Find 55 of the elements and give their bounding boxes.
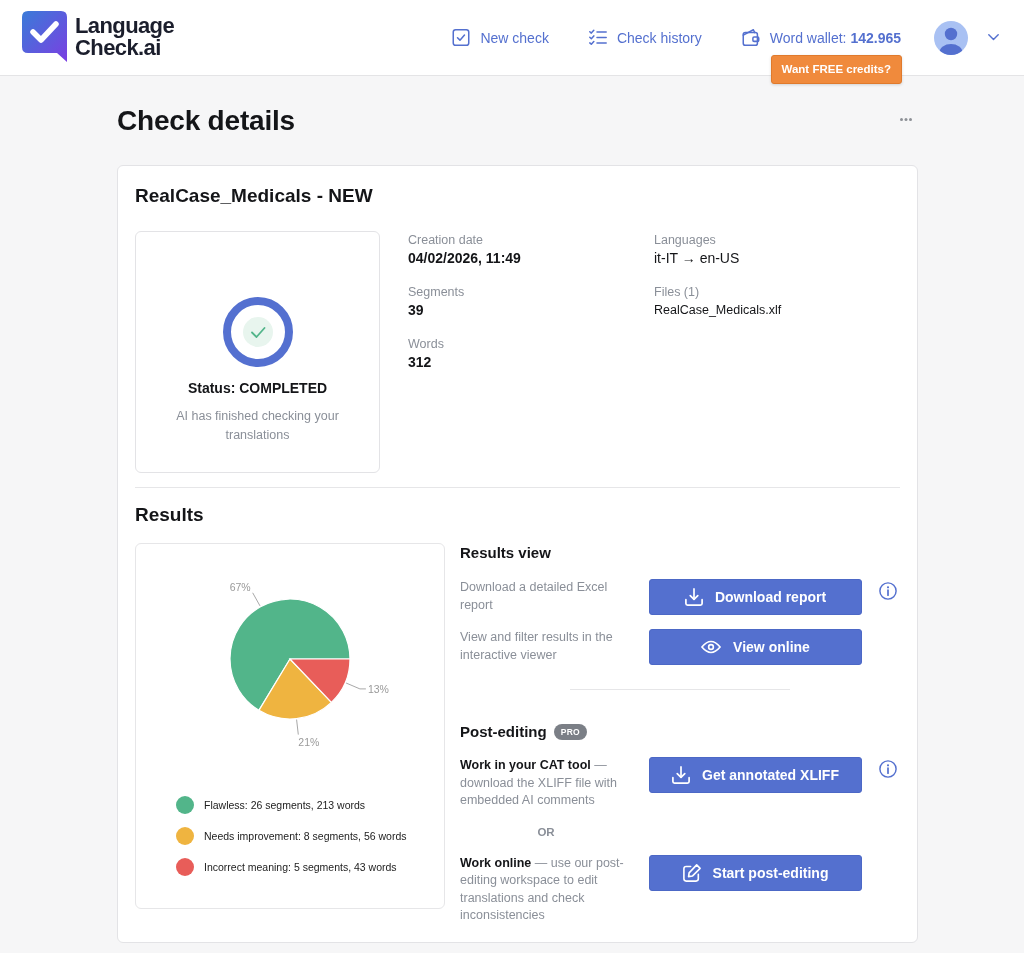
section-title: Post-editing	[460, 722, 547, 742]
logo-icon[interactable]	[22, 11, 67, 62]
checkbox-icon	[452, 29, 471, 46]
legend-label: Incorrect meaning: 5 segments, 43 words	[204, 860, 397, 873]
field-value: it-IT → en-US	[654, 249, 741, 267]
logo-text: Language Check.ai	[75, 14, 175, 59]
results-heading: Results	[135, 503, 205, 527]
leader-line	[296, 719, 299, 736]
value-label: 21%	[298, 735, 320, 748]
field-value: RealCase_Medicals.xlf	[654, 302, 783, 319]
legend-label: Flawless: 26 segments, 213 words	[204, 798, 366, 811]
action-button[interactable]: Download report	[649, 579, 862, 615]
action-button[interactable]: Start post-editing	[649, 854, 862, 891]
pro-badge: PRO	[553, 724, 587, 740]
status-description: AI has finished checking your translations	[175, 408, 340, 444]
legend-label: Needs improvement: 8 segments, 56 words	[204, 829, 407, 842]
field-value: 312	[408, 353, 433, 371]
value-label: 13%	[367, 682, 389, 695]
field-label: Creation date	[408, 232, 485, 248]
field-label: Languages	[654, 232, 717, 248]
download-icon	[672, 766, 691, 784]
field-label: Segments	[408, 284, 466, 300]
leader-line	[345, 682, 367, 690]
info-icon[interactable]	[879, 760, 897, 778]
action-description: Work online — use our post-editing workspace to edit translations and check inconsistencies	[460, 854, 625, 924]
status-label: Status: COMPLETED	[187, 379, 328, 397]
action-button[interactable]: Get annotated XLIFF	[649, 757, 862, 793]
separator-label: OR	[536, 824, 556, 840]
action-description: View and filter results in the interactive viewer	[460, 629, 614, 664]
action-button[interactable]: View online	[649, 629, 862, 665]
user-avatar-icon[interactable]	[934, 20, 968, 55]
field-label: Files (1)	[654, 284, 701, 300]
chevron-down-icon[interactable]	[988, 34, 999, 41]
nav-link[interactable]: New check	[452, 29, 549, 46]
page-title: Check details	[117, 104, 295, 138]
eye-icon	[701, 640, 722, 654]
field-label: Words	[408, 336, 445, 352]
check-title: RealCase_Medicals - NEW	[135, 184, 374, 208]
download-icon	[684, 588, 703, 606]
field-value: 39	[408, 301, 425, 319]
nav-link[interactable]: Check history	[588, 29, 702, 46]
checklist-icon	[588, 29, 607, 46]
field-value: 04/02/2026, 11:49	[408, 249, 522, 267]
wallet-icon	[741, 29, 760, 46]
value-label: 67%	[229, 580, 251, 593]
check-circle-icon	[222, 297, 293, 367]
section-title: Results view	[460, 543, 552, 563]
free-credits-button[interactable]: Want FREE credits?	[770, 55, 902, 84]
info-icon[interactable]	[879, 582, 897, 600]
nav-link[interactable]: Word wallet: 142.965	[741, 29, 901, 46]
edit-icon	[682, 863, 701, 882]
more-icon[interactable]	[900, 117, 912, 121]
action-description: Work in your CAT tool — download the XLIFF file with embedded AI comments	[460, 757, 619, 809]
leader-line	[252, 592, 261, 607]
action-description: Download a detailed Excel report	[460, 579, 609, 614]
